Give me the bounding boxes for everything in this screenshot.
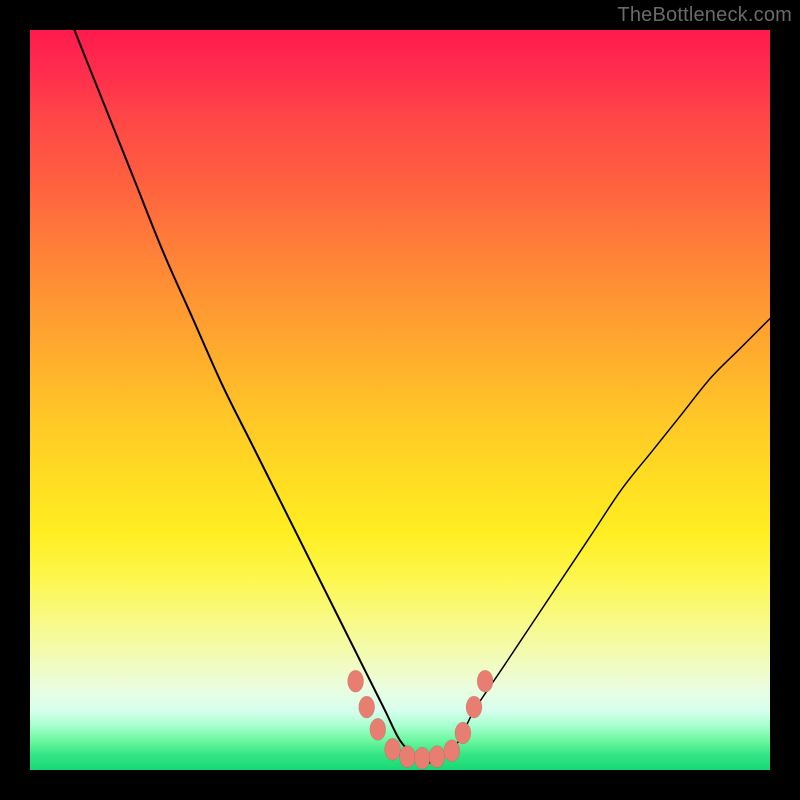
marker-point (444, 740, 460, 762)
marker-point (385, 738, 401, 760)
marker-point (370, 718, 386, 740)
marker-point (455, 722, 471, 744)
chart-svg (30, 30, 770, 770)
optimal-band-markers (348, 670, 494, 769)
marker-point (399, 746, 415, 768)
curve-left-branch (74, 30, 429, 763)
marker-point (414, 747, 430, 769)
chart-frame: TheBottleneck.com (0, 0, 800, 800)
watermark-text: TheBottleneck.com (617, 4, 792, 27)
plot-area (30, 30, 770, 770)
marker-point (429, 746, 445, 768)
marker-point (466, 696, 482, 718)
marker-point (348, 670, 364, 692)
curve-right-branch (430, 319, 770, 763)
marker-point (477, 670, 493, 692)
marker-point (359, 696, 375, 718)
